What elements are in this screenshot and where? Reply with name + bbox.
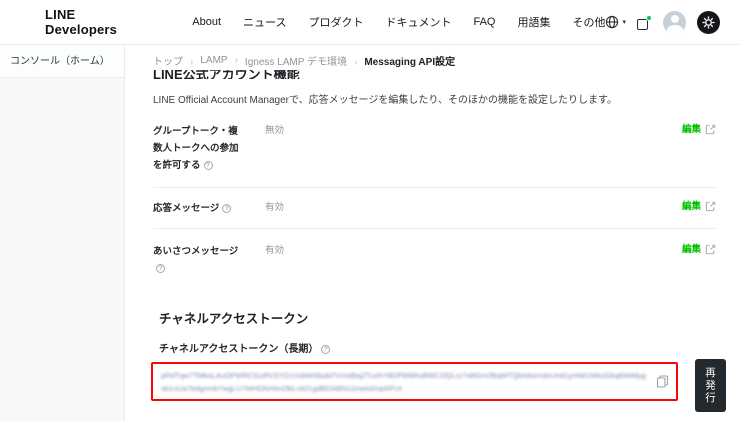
nav-faq[interactable]: FAQ [473,16,495,28]
top-navbar: LINE Developers About ニュース プロダクト ドキュメント … [0,0,740,45]
help-icon[interactable] [222,204,231,213]
row-divider [153,187,716,188]
token-long-term-label: チャネルアクセストークン（長期） [159,340,330,355]
setting-row-group-talk: グループトーク・複数人トークへの参加を許可する 無効 編集 [153,123,716,174]
nav-news[interactable]: ニュース [243,14,286,30]
nav-about[interactable]: About [192,16,221,28]
external-link-icon [705,124,716,135]
section-description: LINE Official Account Managerで、応答メッセージを編… [153,91,617,106]
nav-documents[interactable]: ドキュメント [385,14,451,30]
token-value-blurred: pRdTqw7TMbsLAuDPWRCGuRVSYD1VsbMXbubiTvVx… [161,369,646,394]
avatar-person-icon [671,15,679,23]
setting-label: あいさつメッセージ [153,243,241,277]
notification-dot [646,15,652,21]
token-section-heading: チャネルアクセストークン [159,308,308,327]
language-selector[interactable]: ▾ [605,15,626,29]
sidebar-item-console-home[interactable]: コンソール（ホーム） [0,45,124,78]
breadcrumb: トップ LAMP Igness LAMP デモ環境 Messaging API設… [153,53,455,68]
row-divider [153,228,716,229]
help-icon[interactable] [156,264,165,273]
nav-more[interactable]: その他 [572,14,605,30]
setting-value: 無効 [265,123,284,138]
setting-row-auto-reply: 応答メッセージ 有効 編集 [153,200,716,217]
reissue-token-button[interactable]: 再発行 [695,359,726,412]
header-icons: ▾ [605,11,720,34]
sidebar: コンソール（ホーム） [0,45,125,421]
main-nav: About ニュース プロダクト ドキュメント FAQ 用語集 その他 [192,14,605,30]
setting-value: 有効 [265,243,284,258]
edit-link[interactable]: 編集 [682,243,716,256]
setting-value: 有効 [265,200,284,215]
line-developers-console: LINE Developers About ニュース プロダクト ドキュメント … [0,0,740,421]
help-icon[interactable] [204,161,213,170]
setting-label: 応答メッセージ [153,200,241,217]
avatar[interactable] [663,11,686,34]
edit-link[interactable]: 編集 [682,200,716,213]
gear-icon [702,16,715,29]
nav-glossary[interactable]: 用語集 [517,14,550,30]
breadcrumb-current-page: Messaging API設定 [364,53,455,68]
clipped-section-heading: LINE公式アカウント機能 [153,70,453,79]
news-notification-icon[interactable] [637,15,652,30]
setting-label: グループトーク・複数人トークへの参加を許可する [153,123,241,174]
setting-row-greeting-message: あいさつメッセージ 有効 編集 [153,243,716,277]
external-link-icon [705,244,716,255]
main-content: トップ LAMP Igness LAMP デモ環境 Messaging API設… [126,45,740,421]
logo[interactable]: LINE Developers [45,7,148,37]
edit-link[interactable]: 編集 [682,123,716,136]
chevron-down-icon: ▾ [622,19,626,26]
help-icon[interactable] [321,345,330,354]
settings-button[interactable] [697,11,720,34]
channel-access-token-box: pRdTqw7TMbsLAuDPWRCGuRVSYD1VsbMXbubiTvVx… [151,362,678,401]
breadcrumb-lamp[interactable]: LAMP [200,55,238,66]
copy-icon[interactable] [656,375,669,388]
breadcrumb-channel[interactable]: Igness LAMP デモ環境 [245,53,357,68]
globe-icon [605,15,619,29]
external-link-icon [705,201,716,212]
breadcrumb-top[interactable]: トップ [153,53,193,68]
nav-products[interactable]: プロダクト [308,14,363,30]
